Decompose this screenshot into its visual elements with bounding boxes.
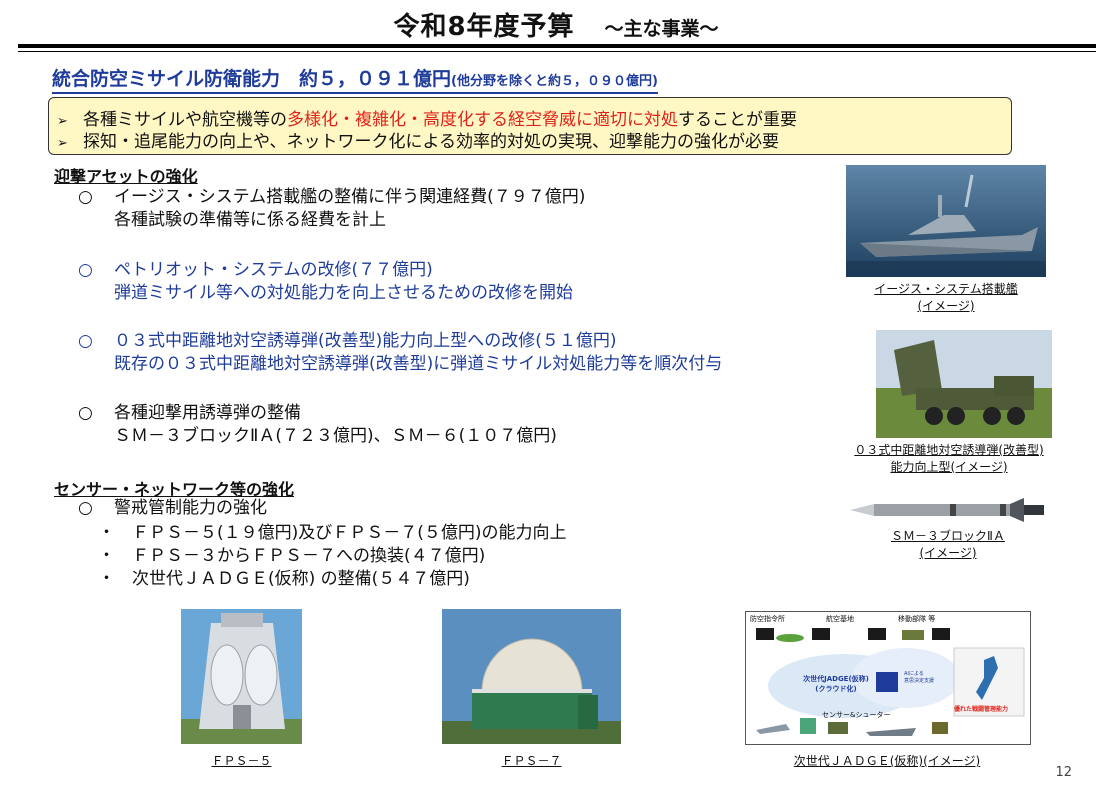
aegis-ship-caption: イージス・システム搭載艦 (イメージ) <box>874 282 1018 313</box>
sensor-bullet-list: ・ ＦＰＳ－５(１９億円)及びＦＰＳ－７(５億円)の能力向上 ・ ＦＰＳ－３からＦＰ… <box>98 522 567 591</box>
sam-launcher-caption: ０３式中距離地対空誘導弾(改善型) 能力向上型(イメージ) <box>854 443 1044 474</box>
dot-bullet-icon: ・ <box>98 546 115 566</box>
circle-mark-icon: ○ <box>78 403 93 423</box>
sm3-caption: ＳＭ－３ブロックⅡＡ (イメージ) <box>891 529 1005 560</box>
circle-mark-icon: ○ <box>78 260 93 280</box>
fps7-radar-image <box>442 609 621 744</box>
jadge-sensor-label: センサー&シューター <box>822 711 891 719</box>
jadge-label-airbase: 航空基地 <box>826 615 854 623</box>
title-rule-thick <box>18 44 1096 48</box>
jadge-label-command: 防空指令所 <box>750 615 785 623</box>
title-subtitle: ～主な事業～ <box>604 18 719 40</box>
dot-bullet-icon: ・ <box>98 523 115 543</box>
callout-line2-text: 探知・追尾能力の向上や、ネットワーク化による効率的対処の実現、迎撃能力の強化が必… <box>83 132 779 152</box>
fps5-caption: ＦＰＳ－５ <box>211 754 272 768</box>
item-title: ０３式中距離地対空誘導弾(改善型)能力向上型への改修(５１億円) <box>114 331 617 351</box>
summary-callout: ➢ 各種ミサイルや航空機等の多様化・複雑化・高度化する経空脅威に適切に対処すること… <box>48 97 1012 155</box>
item-title: 各種迎撃用誘導弾の整備 <box>114 403 301 423</box>
fps5-radar-image <box>181 609 302 744</box>
jadge-caption: 次世代ＪＡＤＧＥ(仮称)(イメージ) <box>793 754 981 768</box>
jadge-label-mobile: 移動部隊 等 <box>898 615 936 623</box>
sm3-missile-image <box>850 498 1046 522</box>
jadge-map-label: 優れた戦闘管理能力 <box>954 706 1009 713</box>
jadge-cloud-label: 次世代JADGE(仮称) (クラウド化) <box>803 675 869 693</box>
list-item: ・ ＦＰＳ－３からＦＰＳ－７への換装(４７億円) <box>98 546 486 566</box>
circle-mark-icon: ○ <box>78 498 93 518</box>
interception-item-patriot: ○ ペトリオット・システムの改修(７７億円) 弾道ミサイル等への対処能力を向上させ… <box>78 259 573 305</box>
dot-bullet-icon: ・ <box>98 569 115 589</box>
list-item: ・ ＦＰＳ－５(１９億円)及びＦＰＳ－７(５億円)の能力向上 <box>98 523 567 543</box>
item-detail: 弾道ミサイル等への対処能力を向上させるための改修を開始 <box>114 283 573 303</box>
interception-heading: 迎撃アセットの強化 <box>54 167 198 186</box>
interception-item-missiles: ○ 各種迎撃用誘導弾の整備 ＳＭ－３ブロックⅡＡ(７２３億円)、ＳＭ－６(１０７億… <box>78 402 557 448</box>
item-detail: 既存の０３式中距離地対空誘導弾(改善型)に弾道ミサイル対処能力等を順次付与 <box>114 354 723 374</box>
aegis-ship-image <box>846 165 1046 277</box>
fps7-caption: ＦＰＳ－７ <box>501 754 562 768</box>
item-title: イージス・システム搭載艦の整備に伴う関連経費(７９７億円) <box>114 187 586 207</box>
interception-item-type03: ○ ０３式中距離地対空誘導弾(改善型)能力向上型への改修(５１億円) 既存の０３式… <box>78 330 722 376</box>
section-heading: 統合防空ミサイル防衛能力 約５，０９１億円(他分野を除くと約５，０９０億円) <box>52 64 658 94</box>
jadge-ai-label: AIによる 意思決定支援 <box>904 671 935 684</box>
item-title: ペトリオット・システムの改修(７７億円) <box>114 260 433 280</box>
sensor-item-title: 警戒管制能力の強化 <box>114 498 267 518</box>
item-detail: ＳＭ－３ブロックⅡＡ(７２３億円)、ＳＭ－６(１０７億円) <box>114 426 557 446</box>
page-number: 12 <box>1055 765 1072 780</box>
sam-launcher-image <box>876 330 1052 438</box>
jadge-diagram: 防空指令所 航空基地 移動部隊 等 次世代JADGE(仮称) (クラウド化) A… <box>745 611 1031 745</box>
circle-mark-icon: ○ <box>78 331 93 351</box>
interception-item-aegis: ○ イージス・システム搭載艦の整備に伴う関連経費(７９７億円) 各種試験の準備等に… <box>78 186 585 232</box>
callout-line-2: ➢ 探知・追尾能力の向上や、ネットワーク化による効率的対処の実現、迎撃能力の強化が… <box>57 127 779 152</box>
section-title: 統合防空ミサイル防衛能力 約５，０９１億円 <box>52 68 452 90</box>
list-item: ・次世代ＪＡＤＧＥ(仮称) の整備(５４７億円) <box>98 569 470 589</box>
item-detail: 各種試験の準備等に係る経費を計上 <box>114 210 386 230</box>
page-title: 令和8年度予算 ～主な事業～ <box>0 6 1112 43</box>
sensor-item: ○ 警戒管制能力の強化 <box>78 497 267 520</box>
section-note: (他分野を除くと約５，０９０億円) <box>451 74 658 89</box>
arrow-bullet-icon: ➢ <box>57 136 68 151</box>
title-rule-thin <box>18 51 1096 52</box>
title-main: 令和8年度予算 <box>393 12 575 42</box>
circle-mark-icon: ○ <box>78 187 93 207</box>
